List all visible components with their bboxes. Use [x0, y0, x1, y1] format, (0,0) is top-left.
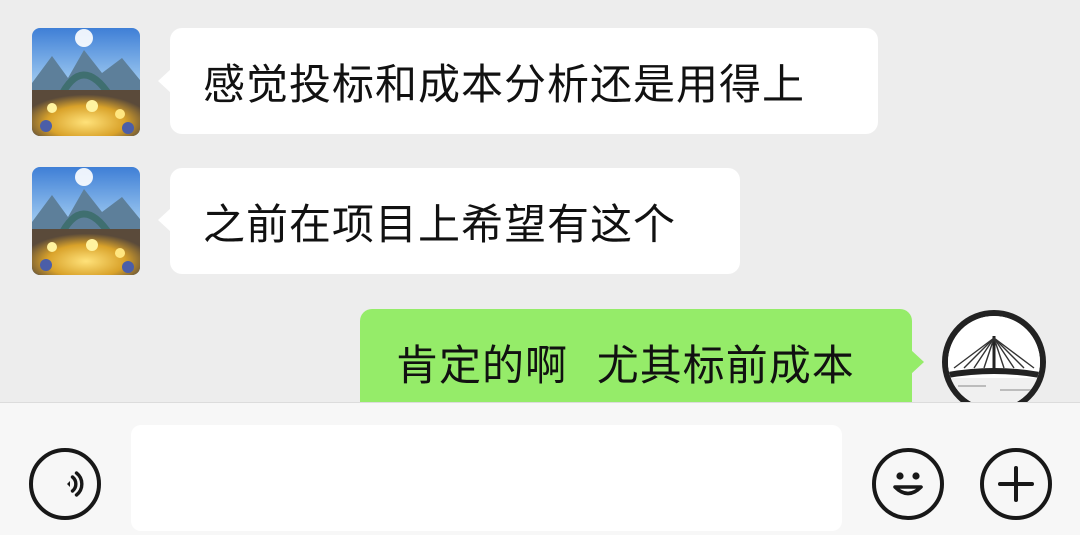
emoji-button[interactable]	[872, 448, 944, 520]
incoming-message-bubble[interactable]: 之前在项目上希望有这个	[170, 168, 740, 274]
more-button[interactable]	[980, 448, 1052, 520]
voice-input-button[interactable]	[29, 448, 101, 520]
emoji-icon	[893, 472, 923, 496]
contact-avatar[interactable]	[32, 28, 140, 136]
message-text: 感觉投标和成本分析还是用得上	[203, 59, 806, 109]
message-text: 之前在项目上希望有这个	[203, 199, 677, 249]
message-text: 肯定的啊 尤其标前成本	[396, 340, 855, 390]
bubble-tail	[911, 350, 924, 374]
plus-icon	[998, 466, 1034, 502]
contact-avatar[interactable]	[32, 167, 140, 275]
voice-icon	[67, 471, 84, 497]
bridge-icon	[948, 316, 1040, 402]
message-input[interactable]	[131, 425, 842, 531]
input-bar	[0, 402, 1080, 535]
self-avatar[interactable]	[942, 310, 1046, 402]
chat-message-area[interactable]: 感觉投标和成本分析还是用得上 之前在项目上希望有这个 肯定的啊 尤其标前成本	[0, 0, 1080, 402]
incoming-message-bubble[interactable]: 感觉投标和成本分析还是用得上	[170, 28, 878, 134]
outgoing-message-bubble[interactable]: 肯定的啊 尤其标前成本	[360, 309, 912, 402]
